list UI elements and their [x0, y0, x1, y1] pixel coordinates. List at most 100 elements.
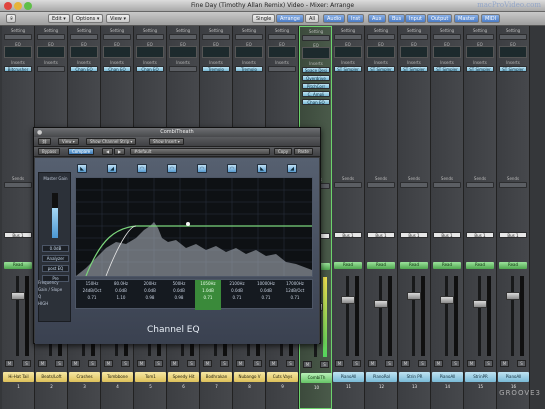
- track-name[interactable]: PianoRol: [366, 372, 397, 382]
- send-slot[interactable]: [433, 182, 461, 188]
- paste-button[interactable]: Paste: [294, 148, 313, 155]
- plugin-title-bar[interactable]: ● CombiTheath: [34, 128, 320, 137]
- insert-slot[interactable]: ST Simpler: [400, 66, 428, 72]
- track-name[interactable]: Crashes: [69, 372, 100, 382]
- edit-menu[interactable]: Edit ▾: [48, 14, 70, 23]
- eq-thumbnail[interactable]: [103, 46, 131, 58]
- volume-fader[interactable]: [374, 300, 388, 308]
- track-name[interactable]: Speedy Hit: [168, 372, 199, 382]
- track-name[interactable]: StrinPR: [465, 372, 496, 382]
- setting-slot[interactable]: [268, 34, 296, 40]
- setting-slot[interactable]: [499, 34, 527, 40]
- band-gain[interactable]: 24dB/Oct: [79, 287, 105, 294]
- filter-output[interactable]: Output: [427, 14, 453, 23]
- link-icon[interactable]: ⛓: [38, 138, 52, 145]
- filter-audio[interactable]: Audio: [323, 14, 346, 23]
- track-name[interactable]: Hi-Hat Tail: [3, 372, 34, 382]
- insert-slot[interactable]: Bitcrusher: [4, 66, 32, 72]
- automation-read-button[interactable]: Read: [433, 262, 461, 269]
- setting-slot[interactable]: [103, 34, 131, 40]
- band-q[interactable]: 0.71: [282, 294, 308, 301]
- solo-button[interactable]: S: [451, 360, 460, 367]
- mute-button[interactable]: M: [434, 360, 443, 367]
- filter-inst[interactable]: Inst: [347, 14, 365, 23]
- arrange-mode-button[interactable]: Arrange: [276, 14, 304, 23]
- insert-slot[interactable]: PitchCorr: [302, 83, 330, 89]
- band-gain[interactable]: 0.0dB: [137, 287, 163, 294]
- insert-slot[interactable]: Space Desi: [302, 67, 330, 73]
- band-q[interactable]: 0.71: [79, 294, 105, 301]
- all-mode-button[interactable]: All: [305, 14, 320, 23]
- band-frequency[interactable]: 1050Hz: [195, 280, 221, 287]
- track-name[interactable]: Beats/Loft: [36, 372, 67, 382]
- filter-midi[interactable]: MIDI: [481, 14, 501, 23]
- insert-slot[interactable]: Chan EQ: [70, 66, 98, 72]
- band-q[interactable]: 0.71: [195, 294, 221, 301]
- send-slot[interactable]: [367, 182, 395, 188]
- setting-slot[interactable]: [169, 34, 197, 40]
- bypass-button[interactable]: Bypass: [38, 148, 61, 155]
- setting-slot[interactable]: [202, 34, 230, 40]
- track-name[interactable]: Cuts Vays: [267, 372, 298, 382]
- mute-button[interactable]: M: [236, 360, 245, 367]
- send-slot[interactable]: [466, 182, 494, 188]
- eq-thumbnail[interactable]: [136, 46, 164, 58]
- setting-slot[interactable]: [136, 34, 164, 40]
- insert-slot[interactable]: [37, 66, 65, 72]
- band-frequency[interactable]: 150Hz: [79, 280, 105, 287]
- volume-fader[interactable]: [440, 296, 454, 304]
- solo-button[interactable]: S: [187, 360, 196, 367]
- solo-button[interactable]: S: [220, 360, 229, 367]
- track-name[interactable]: PianoAll: [333, 372, 364, 382]
- analyzer-button[interactable]: Analyzer: [42, 255, 69, 262]
- eq-thumbnail[interactable]: [466, 46, 494, 58]
- eq-thumbnail[interactable]: [268, 46, 296, 58]
- mute-button[interactable]: M: [71, 360, 80, 367]
- output-slot[interactable]: Bus 1: [4, 232, 32, 238]
- band-q[interactable]: 0.71: [224, 294, 250, 301]
- band-parameter-column[interactable]: 200Hz 0.0dB 0.98: [137, 280, 163, 310]
- band-gain[interactable]: 0.0dB: [253, 287, 279, 294]
- solo-button[interactable]: S: [55, 360, 64, 367]
- band-toggle-icon[interactable]: ◣: [257, 164, 267, 173]
- output-slot[interactable]: Bus 1: [400, 232, 428, 238]
- eq-thumbnail[interactable]: [334, 46, 362, 58]
- automation-read-button[interactable]: Read: [367, 262, 395, 269]
- solo-button[interactable]: S: [88, 360, 97, 367]
- band-gain[interactable]: 12dB/Oct: [282, 287, 308, 294]
- channel-strip[interactable]: Setting EQ Inserts ST Simpler Sends Bus 1 Read…: [464, 26, 497, 409]
- eq-graph[interactable]: [75, 177, 313, 277]
- solo-button[interactable]: S: [286, 360, 295, 367]
- band-frequency[interactable]: 2100Hz: [224, 280, 250, 287]
- automation-read-button[interactable]: Read: [499, 262, 527, 269]
- eq-thumbnail[interactable]: [37, 46, 65, 58]
- solo-button[interactable]: S: [22, 360, 31, 367]
- band-frequency[interactable]: 80.0Hz: [108, 280, 134, 287]
- automation-read-button[interactable]: Read: [466, 262, 494, 269]
- view-menu[interactable]: View ▾: [106, 14, 130, 23]
- band-gain[interactable]: 1.0dB: [195, 287, 221, 294]
- volume-fader[interactable]: [341, 296, 355, 304]
- band-gain[interactable]: 0.0dB: [224, 287, 250, 294]
- band-toggle-icon[interactable]: ◢: [287, 164, 297, 173]
- master-gain-slider[interactable]: [52, 193, 58, 238]
- eq-thumbnail[interactable]: [367, 46, 395, 58]
- band-toggle-icon[interactable]: ◠: [137, 164, 147, 173]
- automation-read-button[interactable]: Read: [334, 262, 362, 269]
- mute-button[interactable]: M: [269, 360, 278, 367]
- eq-thumbnail[interactable]: [235, 46, 263, 58]
- output-slot[interactable]: Bus 1: [367, 232, 395, 238]
- solo-button[interactable]: S: [320, 361, 329, 368]
- band-parameter-column[interactable]: 150Hz 24dB/Oct 0.71: [79, 280, 105, 310]
- mute-button[interactable]: M: [303, 361, 312, 368]
- eq-thumbnail[interactable]: [499, 46, 527, 58]
- solo-button[interactable]: S: [418, 360, 427, 367]
- send-slot[interactable]: [334, 182, 362, 188]
- setting-slot[interactable]: [4, 34, 32, 40]
- band-parameter-column[interactable]: 500Hz 0.0dB 0.98: [166, 280, 192, 310]
- solo-button[interactable]: S: [385, 360, 394, 367]
- track-name[interactable]: CombiTh: [301, 373, 332, 383]
- filter-bus[interactable]: Bus: [388, 14, 406, 23]
- setting-slot[interactable]: [302, 35, 330, 41]
- volume-fader[interactable]: [407, 292, 421, 300]
